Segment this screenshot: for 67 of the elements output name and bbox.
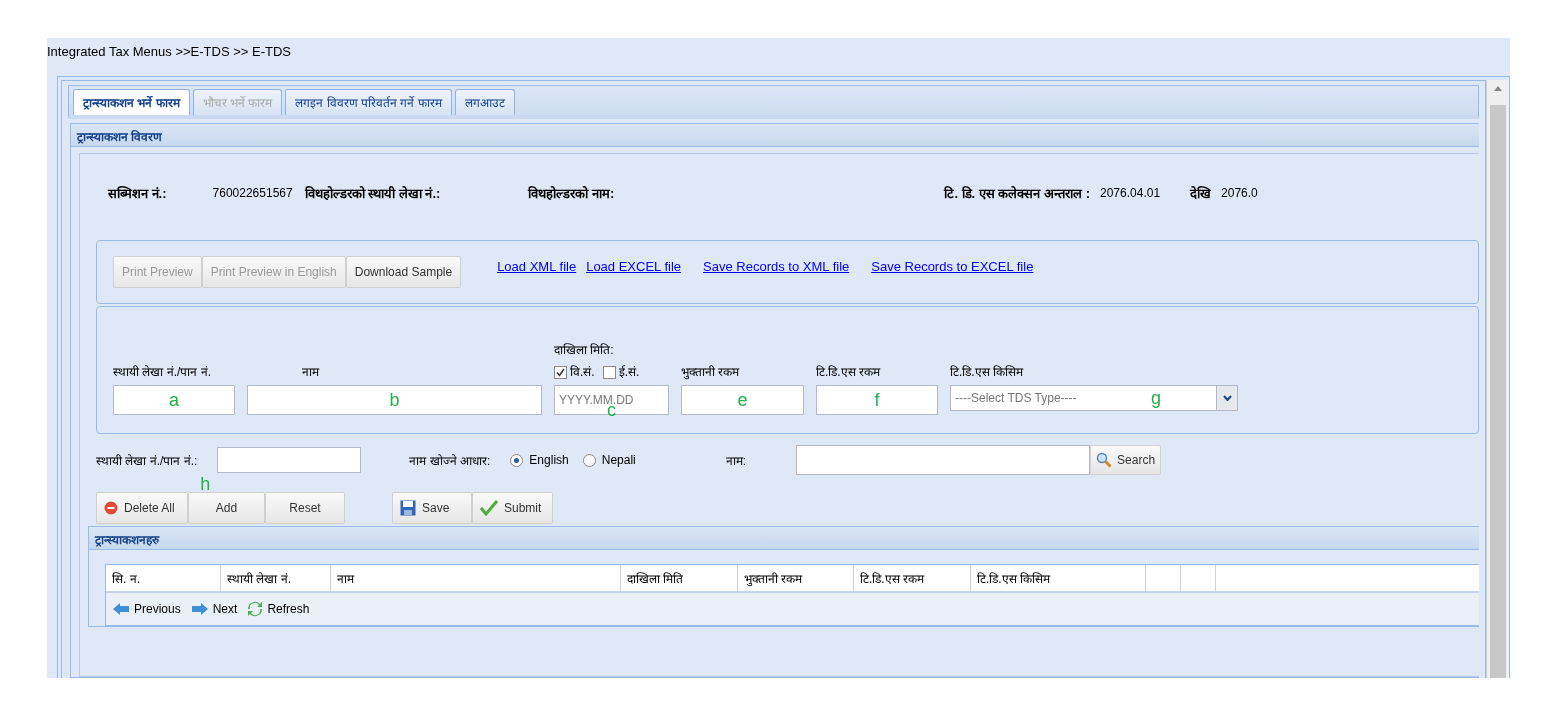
link[interactable]: Load EXCEL file <box>586 259 682 274</box>
search-button[interactable]: Search <box>1090 445 1162 475</box>
breadcrumb: Integrated Tax Menus >>E-TDS >> E-TDS <box>47 43 292 61</box>
info-value: 2076.04.01 <box>1100 186 1161 200</box>
arrow-right-icon <box>190 602 209 616</box>
annotation-letter: a <box>169 389 179 411</box>
panel-title: ट्रान्स्याकशन विवरण <box>71 124 1479 147</box>
annotation-letter: h <box>200 474 211 495</box>
field-label: भुक्तानी रकम <box>681 364 741 379</box>
pager-button[interactable]: Refresh <box>247 601 310 617</box>
checkbox-option[interactable]: ई.सं. <box>602 362 640 380</box>
info-label: विथहोल्डरको स्थायी लेखा नं.: <box>304 185 441 202</box>
action-button[interactable]: Delete All <box>96 492 188 524</box>
arrow-left-icon <box>112 602 130 616</box>
column-header: दाखिला मिति <box>621 565 738 591</box>
column-header: स्थायी लेखा नं. <box>221 565 331 591</box>
tab[interactable]: लगआउट <box>454 89 515 115</box>
action-button[interactable]: Save <box>392 492 472 524</box>
annotation-letter: g <box>1151 387 1161 409</box>
field-label: दाखिला मिति: <box>554 342 615 357</box>
checkmark-icon <box>480 500 498 516</box>
annotation-letter: f <box>874 389 880 411</box>
link[interactable]: Save Records to XML file <box>703 259 850 274</box>
column-header: टि.डि.एस किसिम <box>971 565 1146 591</box>
toolbar-button[interactable]: Download Sample <box>345 256 462 288</box>
info-value: 2076.0 <box>1221 186 1258 200</box>
action-button[interactable]: Add <box>188 492 265 524</box>
info-label: विथहोल्डरको नाम: <box>528 185 615 202</box>
field-label: नाम: <box>725 452 747 469</box>
checkmark-icon <box>556 367 565 377</box>
checkbox-option[interactable]: वि.सं. <box>554 362 595 380</box>
scroll-thumb[interactable] <box>1490 105 1506 678</box>
search-icon <box>1096 452 1113 468</box>
field-label: स्थायी लेखा नं./पान नं. <box>113 364 212 379</box>
annotation-letter: e <box>737 389 748 411</box>
info-label: टि. डि. एस कलेक्सन अन्तराल : <box>944 185 1090 202</box>
field-label: नाम खोज्ने आधार: <box>409 452 491 469</box>
tab[interactable]: ट्रान्स्याकशन भर्ने फारम <box>73 89 190 115</box>
refresh-icon <box>247 601 264 617</box>
chevron-down-icon <box>1222 395 1232 401</box>
tds-type-dropdown[interactable]: ----Select TDS Type---- g <box>950 385 1238 411</box>
field-label: नाम <box>301 364 321 379</box>
link[interactable]: Load XML file <box>497 259 577 274</box>
radio-option[interactable]: English <box>510 452 569 468</box>
dropdown-value: ----Select TDS Type---- <box>954 391 1077 405</box>
input-field[interactable] <box>796 445 1091 475</box>
action-button[interactable]: Reset <box>265 492 345 524</box>
column-header: नाम <box>331 565 621 591</box>
info-label: सब्मिशन नं.: <box>108 185 167 202</box>
annotation-letter: b <box>389 389 400 411</box>
panel-title: ट्रान्स्याकशनहरु <box>89 527 1479 550</box>
column-header: भुक्तानी रकम <box>738 565 854 591</box>
info-label: देखि <box>1190 185 1212 202</box>
action-button[interactable]: Submit <box>472 492 553 524</box>
pager-button[interactable]: Previous <box>112 602 181 616</box>
radio-option[interactable]: Nepali <box>582 452 636 468</box>
minus-circle-icon <box>104 501 118 515</box>
field-label: टि.डि.एस रकम <box>816 364 882 379</box>
scroll-up-icon <box>1494 86 1502 91</box>
column-header: सि. न. <box>106 565 221 591</box>
link[interactable]: Save Records to EXCEL file <box>871 259 1034 274</box>
info-value: 760022651567 <box>212 186 293 200</box>
field-label: टि.डि.एस किसिम <box>950 364 1025 379</box>
column-header: टि.डि.एस रकम <box>854 565 971 591</box>
field-label: स्थायी लेखा नं./पान नं.: <box>96 452 198 469</box>
tab[interactable]: लगइन विवरण परिवर्तन गर्ने फारम <box>285 89 452 115</box>
pager-button[interactable]: Next <box>190 602 238 616</box>
